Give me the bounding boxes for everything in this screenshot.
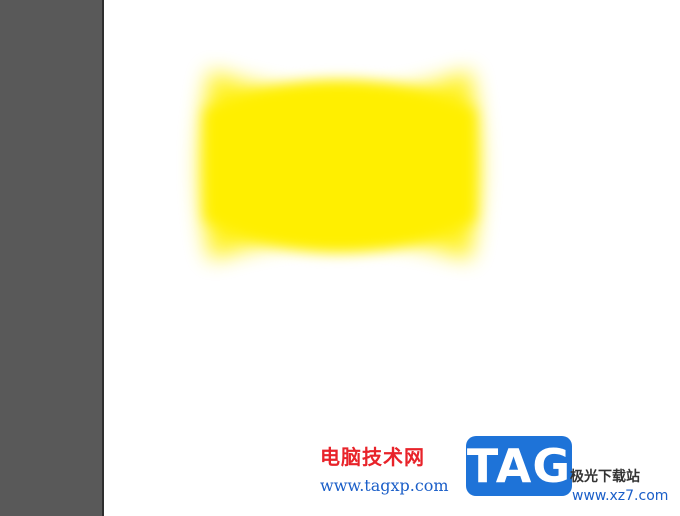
watermark-url: www.tagxp.com [320, 476, 449, 495]
left-panel [0, 0, 104, 516]
watermark-text: 电脑技术网 [320, 445, 425, 469]
feathered-shape[interactable] [170, 40, 510, 290]
shape-core [205, 80, 475, 253]
app-window: 电脑技术网 www.tagxp.com TAG 极光下载站 www.xz7.co… [0, 0, 680, 516]
watermark-tag-logo: TAG [466, 436, 572, 496]
watermark-site-text: 极光下载站 [570, 469, 640, 485]
watermark-site-url: www.xz7.com [572, 488, 669, 504]
